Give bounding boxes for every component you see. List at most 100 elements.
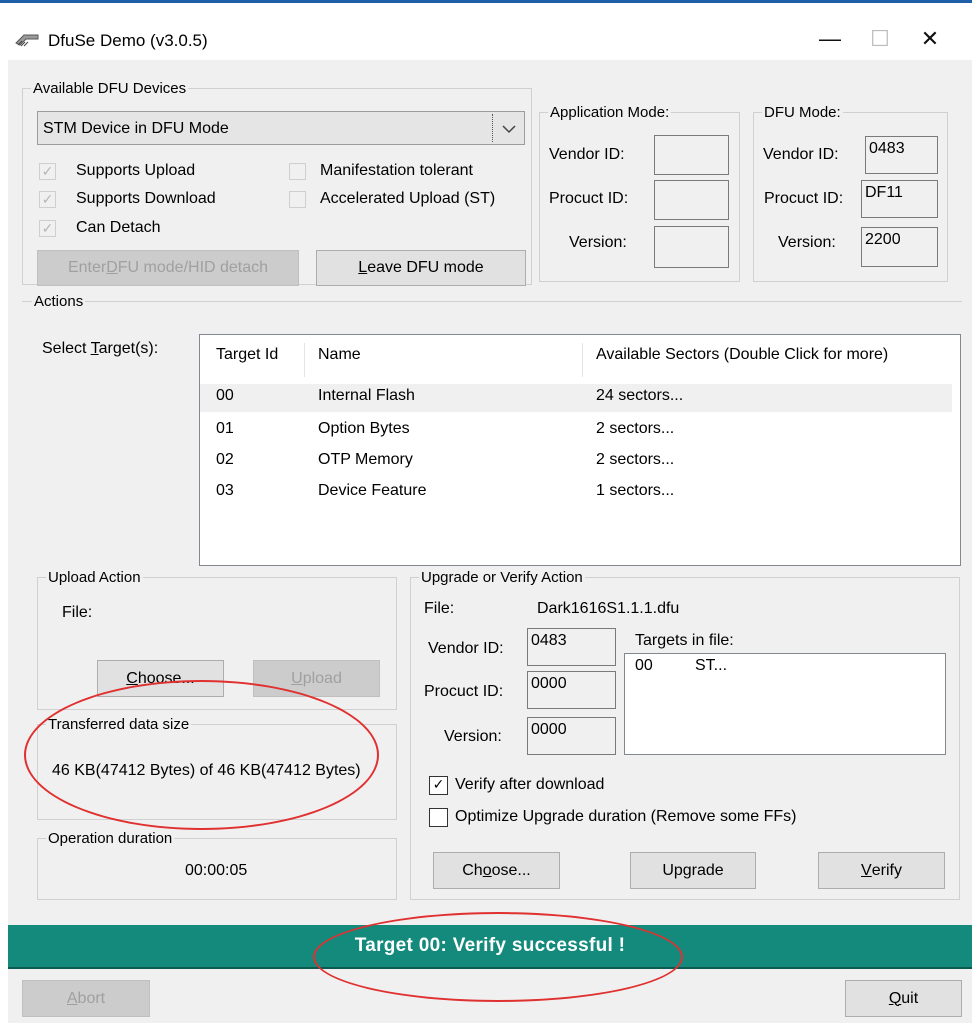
leave-dfu-text-2: eave DFU mode: [367, 259, 484, 276]
leave-dfu-mode-button[interactable]: Leave DFU mode: [316, 250, 526, 286]
verify-button[interactable]: Verify: [818, 852, 945, 889]
device-select[interactable]: STM Device in DFU Mode: [37, 111, 525, 145]
supports-download-label: Supports Download: [76, 190, 216, 207]
window-title: DfuSe Demo (v3.0.5): [48, 31, 208, 50]
target-id-cell: 02: [216, 451, 234, 468]
verify-after-download-label: Verify after download: [455, 776, 605, 793]
column-header-target-id[interactable]: Target Id: [216, 346, 278, 364]
upload-choose-button[interactable]: Choose...: [97, 660, 224, 697]
targets-in-file-label: Targets in file:: [635, 632, 734, 649]
quit-text-2: uit: [901, 989, 919, 1007]
app-vendor-id-label: Vendor ID:: [549, 146, 625, 163]
target-list-header: Target Id Name Available Sectors (Double…: [200, 343, 960, 377]
target-name-cell: Internal Flash: [318, 387, 415, 404]
can-detach-checkbox: ✓: [39, 220, 56, 237]
enter-dfu-text-1: Enter: [67, 259, 107, 276]
close-button[interactable]: ✕: [910, 19, 950, 59]
upgrade-verify-legend: Upgrade or Verify Action: [421, 569, 583, 586]
app-product-id-label: Procuct ID:: [549, 190, 629, 207]
accelerated-upload-checkbox: [289, 191, 306, 208]
target-sectors-cell: 24 sectors...: [596, 387, 684, 404]
application-mode-legend: Application Mode:: [550, 104, 670, 121]
title-bar[interactable]: DfuSe Demo (v3.0.5) — ☐ ✕: [0, 3, 972, 59]
target-list[interactable]: Target Id Name Available Sectors (Double…: [199, 334, 961, 566]
target-sectors-cell: 2 sectors...: [596, 451, 675, 468]
upload-button[interactable]: Upload: [253, 660, 380, 697]
app-product-id-field: [654, 180, 729, 220]
operation-duration-legend: Operation duration: [48, 830, 173, 847]
list-item[interactable]: 00 ST...: [625, 654, 945, 682]
dfu-vendor-id-field: 0483: [865, 136, 938, 174]
upgrade-button[interactable]: Upgrade: [630, 852, 756, 889]
upgrade-file-value: Dark1616S1.1.1.dfu: [537, 600, 680, 617]
maximize-button[interactable]: ☐: [860, 19, 900, 59]
accelerated-upload-label: Accelerated Upload (ST): [320, 190, 496, 207]
upload-text-1: U: [291, 669, 303, 687]
target-id-cell: 03: [216, 482, 234, 499]
actions-legend: Actions: [34, 293, 84, 310]
abort-text-1: A: [66, 989, 78, 1007]
table-row[interactable]: 03 Device Feature 1 sectors...: [200, 479, 960, 507]
target-sectors-cell: 2 sectors...: [596, 420, 675, 437]
file-target-name: ST...: [695, 657, 728, 674]
dfu-vendor-id-label: Vendor ID:: [763, 146, 839, 163]
targets-in-file-list[interactable]: 00 ST...: [624, 653, 946, 755]
transferred-size-value: 46 KB(47412 Bytes) of 46 KB(47412 Bytes): [52, 762, 361, 779]
app-version-field: [654, 226, 729, 268]
upgrade-choose-text-3: ose...: [491, 861, 531, 879]
upload-text-2: pload: [302, 669, 342, 687]
operation-duration-value: 00:00:05: [185, 862, 248, 879]
leave-dfu-text-1: L: [358, 259, 368, 276]
available-devices-legend: Available DFU Devices: [33, 80, 187, 97]
table-row[interactable]: 02 OTP Memory 2 sectors...: [200, 448, 960, 476]
upload-file-label: File:: [62, 604, 93, 621]
app-vendor-id-field: [654, 135, 729, 175]
target-name-cell: OTP Memory: [318, 451, 413, 468]
enter-dfu-text-2: D: [106, 259, 118, 276]
upgrade-file-label: File:: [424, 600, 455, 617]
app-version-label: Version:: [569, 234, 627, 251]
column-divider: [304, 343, 305, 377]
upgrade-vendor-id-label: Vendor ID:: [428, 640, 504, 657]
manifestation-tolerant-label: Manifestation tolerant: [320, 162, 473, 179]
column-header-sectors[interactable]: Available Sectors (Double Click for more…: [596, 346, 888, 364]
device-select-focus: [492, 114, 493, 142]
device-select-value: STM Device in DFU Mode: [43, 120, 229, 137]
abort-button[interactable]: Abort: [22, 980, 150, 1017]
verify-after-download-checkbox[interactable]: ✓: [429, 776, 448, 795]
chevron-down-icon: [502, 125, 516, 134]
dfu-mode-legend: DFU Mode:: [764, 104, 841, 121]
select-target-label: Select Target(s):: [42, 340, 158, 358]
target-name-cell: Option Bytes: [318, 420, 410, 437]
upgrade-choose-text-1: Ch: [462, 861, 483, 879]
supports-upload-checkbox: ✓: [39, 163, 56, 180]
manifestation-tolerant-checkbox: [289, 163, 306, 180]
table-row[interactable]: 01 Option Bytes 2 sectors...: [200, 417, 960, 445]
quit-button[interactable]: Quit: [845, 980, 962, 1017]
upgrade-choose-text-2: o: [482, 861, 492, 879]
column-divider: [582, 343, 583, 377]
can-detach-label: Can Detach: [76, 219, 161, 236]
quit-text-1: Q: [888, 989, 902, 1007]
upload-choose-text-2: hoose...: [137, 669, 195, 687]
upload-choose-text-1: C: [126, 669, 138, 687]
select-target-text-1: Select: [42, 340, 91, 357]
transferred-size-legend: Transferred data size: [48, 716, 190, 733]
abort-text-2: bort: [77, 989, 106, 1007]
dfu-version-label: Version:: [778, 234, 836, 251]
upgrade-vendor-id-field: 0483: [527, 628, 616, 666]
enter-dfu-text-3: FU mode/HID detach: [117, 259, 269, 276]
upgrade-choose-button[interactable]: Ch o ose...: [433, 852, 560, 889]
table-row[interactable]: 00 Internal Flash 24 sectors...: [200, 384, 952, 412]
column-header-name[interactable]: Name: [318, 346, 361, 364]
dfu-version-field: 2200: [861, 227, 938, 267]
verify-text-2: erify: [871, 861, 902, 879]
target-id-cell: 00: [216, 387, 234, 404]
minimize-button[interactable]: —: [810, 19, 850, 59]
optimize-upgrade-checkbox[interactable]: [429, 808, 448, 827]
optimize-upgrade-label: Optimize Upgrade duration (Remove some F…: [455, 808, 797, 825]
enter-dfu-mode-button[interactable]: Enter D FU mode/HID detach: [37, 250, 299, 286]
target-sectors-cell: 1 sectors...: [596, 482, 675, 499]
upgrade-product-id-field: 0000: [527, 671, 616, 709]
app-icon: [15, 34, 39, 47]
